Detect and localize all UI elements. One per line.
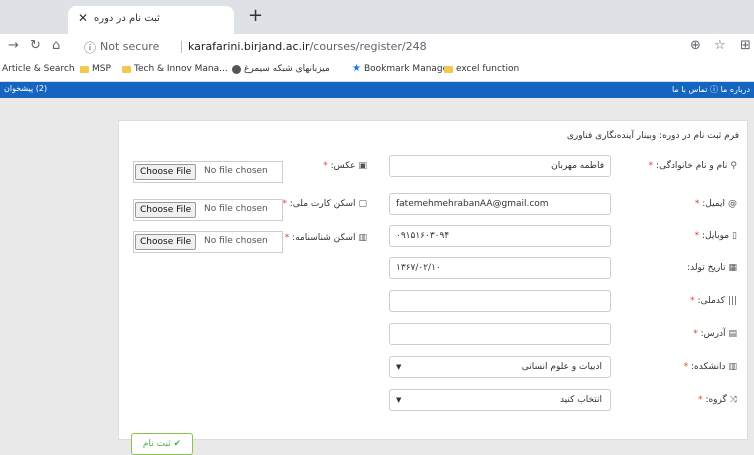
book-icon: ▥ [358,233,367,243]
choose-file-button[interactable]: Choose File [135,164,197,180]
file-status: No file chosen [204,204,268,214]
bookmark-item[interactable]: میزبانهای شبکه سیمرغ [232,64,330,74]
star-icon: ★ [352,63,361,74]
id-card-icon: ▢ [358,199,367,209]
id-card-upload-label: ▥اسکن شناسنامه: * [284,233,367,243]
national-card-upload-label: ▢اسکن کارت ملی: * [282,199,367,209]
tab-title: ثبت نام در دوره [94,13,160,24]
zoom-icon[interactable]: ⊕ [690,38,701,53]
bookmarks-bar: Article & Search MSP Tech & Innov Mana..… [0,60,754,82]
bookmark-item[interactable]: excel function [444,64,519,74]
name-input[interactable]: فاطمه مهربان [389,155,611,177]
submit-button[interactable]: ✔ ثبت نام [131,433,193,455]
birthdate-label: ▦تاریخ تولد: [687,263,737,273]
file-status: No file chosen [204,236,268,246]
barcode-icon: ||| [727,296,737,306]
name-label: ⚲نام و نام خانوادگی: * [648,161,737,171]
divider [181,41,182,53]
browser-tab[interactable]: ✕ ثبت نام در دوره [68,6,234,34]
national-code-label: |||کدملی: * [690,296,737,306]
national-code-input[interactable] [389,290,611,312]
browser-toolbar: → ↻ ⌂ ⓘ Not secure karafarini.birjand.ac… [0,34,754,60]
photo-upload-label: ▣عکس: * [323,161,367,171]
dropdown-arrow-icon: ▼ [396,363,402,371]
user-icon: ⚲ [730,161,737,171]
choose-file-button[interactable]: Choose File [135,234,197,250]
group-select[interactable]: انتخاب کنید ▼ [389,389,611,411]
address-input[interactable] [389,323,611,345]
registration-form: فرم ثبت نام در دوره: وبینار آینده‌نگاری … [118,120,748,455]
page-body: فرم ثبت نام در دوره: وبینار آینده‌نگاری … [0,98,754,455]
dropdown-arrow-icon: ▼ [396,396,402,404]
mobile-input[interactable]: ۰۹۱۵۱۶۰۳۰۹۴ [389,225,611,247]
forward-icon[interactable]: → [8,38,19,54]
photo-file-input[interactable]: Choose File No file chosen [133,161,283,183]
id-card-file-input[interactable]: Choose File No file chosen [133,231,283,253]
file-status: No file chosen [204,166,268,176]
image-icon: ▣ [358,161,367,171]
nav-about-contact-links[interactable]: درباره ما ⓘ تماس با ما [672,84,750,95]
calendar-icon: ▦ [728,263,737,273]
mobile-label: ▯موبایل: * [694,231,737,241]
folder-icon [444,65,453,73]
bookmark-star-icon[interactable]: ☆ [714,38,726,53]
url-text[interactable]: karafarini.birjand.ac.ir/courses/registe… [188,40,427,53]
not-secure-label: Not secure [100,40,160,53]
email-input[interactable]: fatemehmehrabanAA@gmail.com [389,193,611,215]
group-label: ⤨گروه: * [698,395,737,405]
bookmark-item[interactable]: Tech & Innov Mana... [122,64,228,74]
nav-dashboard-link[interactable]: (2) پیشخوان [4,84,47,93]
email-label: @ایمیل: * [694,199,737,209]
shuffle-icon: ⤨ [729,395,737,405]
home-icon[interactable]: ⌂ [52,38,60,54]
at-icon: @ [728,199,737,209]
form-title: فرم ثبت نام در دوره: وبینار آینده‌نگاری … [566,131,739,141]
choose-file-button[interactable]: Choose File [135,202,197,218]
reload-icon[interactable]: ↻ [30,38,41,54]
new-tab-button[interactable]: + [248,7,263,25]
address-bar[interactable]: ⓘ Not secure karafarini.birjand.ac.ir/co… [78,36,702,58]
address-label: ▤آدرس: * [693,329,737,339]
bookmark-item[interactable]: ★ Bookmark Manager [352,63,452,75]
birthdate-input[interactable]: ۱۳۶۷/۰۲/۱۰ [389,257,611,279]
folder-icon [122,65,131,73]
bookmark-item[interactable]: Article & Search [2,64,75,74]
extension-icon[interactable]: ⊞ [740,38,751,53]
mobile-icon: ▯ [732,231,737,241]
bookmark-item[interactable]: MSP [80,64,111,74]
info-icon[interactable]: ⓘ [84,39,96,56]
faculty-label: ▥دانشکده: * [683,362,737,372]
map-icon: ▤ [728,329,737,339]
browser-tabstrip: ✕ ثبت نام در دوره + [0,0,754,34]
national-card-file-input[interactable]: Choose File No file chosen [133,199,283,221]
globe-icon [232,64,241,74]
site-navbar: (2) پیشخوان درباره ما ⓘ تماس با ما [0,82,754,98]
faculty-select[interactable]: ادبیات و علوم انسانی ▼ [389,356,611,378]
building-icon: ▥ [728,362,737,372]
close-tab-icon[interactable]: ✕ [78,11,88,25]
folder-icon [80,65,89,73]
